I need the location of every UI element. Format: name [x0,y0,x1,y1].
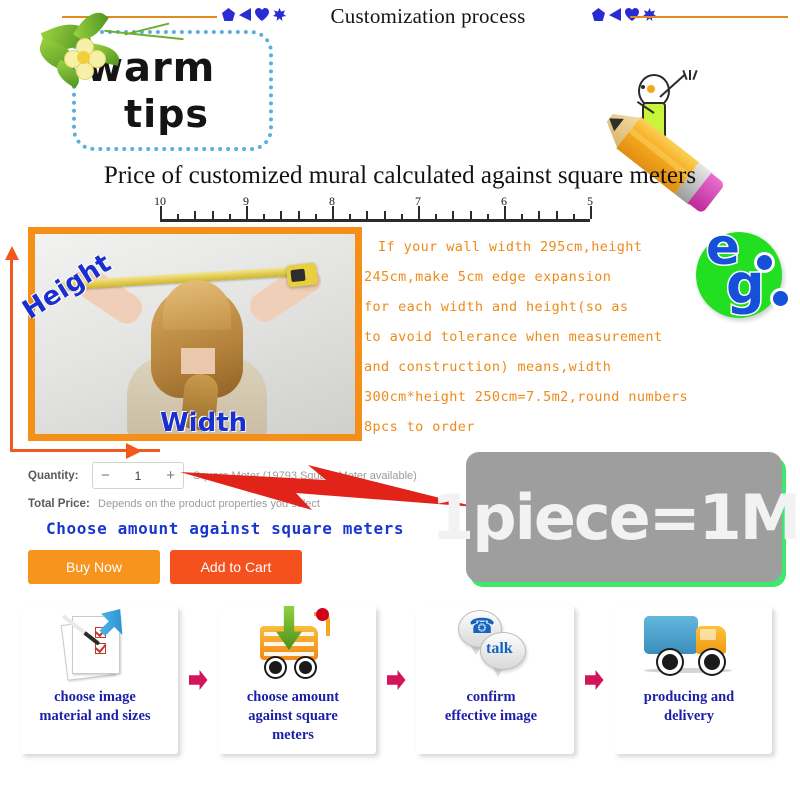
add-to-cart-button[interactable]: Add to Cart [170,550,302,584]
process-step-1: choose image material and sizes [14,600,184,760]
heart-icon [625,8,639,21]
one-piece-text: 1piece=1M2 [431,481,800,554]
delivery-truck-icon [608,606,766,684]
process-steps: choose imagematerial and sizes choose a [14,600,786,796]
header-glyphs-left [222,8,286,21]
warm-tips-line2: tips [124,92,210,136]
quantity-increment-button[interactable]: + [166,468,175,483]
shopping-cart-icon [212,606,370,684]
buy-now-button[interactable]: Buy Now [28,550,160,584]
flower-decoration [34,6,184,94]
one-piece-equals-badge: 1piece=1M2 [431,452,800,582]
step-caption: producing and delivery [643,689,735,724]
star-icon [643,8,656,21]
height-arrow-icon [5,246,19,260]
page-title: Customization process [330,4,526,28]
step-chevron-2 [382,600,410,760]
chevron-right-icon [386,670,406,690]
heart-icon [255,8,269,21]
example-line: 8pcs to order [364,419,475,435]
example-line: and construction) means,width [364,359,612,375]
example-line: to avoid tolerance when measurement [364,329,663,345]
step-chevron-3 [580,600,608,760]
step-caption: choose image material and sizes [39,689,151,724]
ruler-graphic: 10 9 8 7 6 5 [154,194,593,222]
step-chevron-1 [184,600,212,760]
eg-letter-g: g [725,253,767,316]
triangle-icon [239,8,251,21]
flower-icon [64,38,106,80]
page-root: Customization process warm tips Price of… [0,0,800,800]
talk-text: talk [486,640,513,657]
eg-dot-2 [770,288,791,309]
triangle-icon [609,8,621,21]
chevron-right-icon [188,670,208,690]
talk-bubble-icon: ☎ talk [410,606,568,684]
price-headline: Price of customized mural calculated aga… [103,162,697,189]
header-rule-right [630,16,788,18]
ruler-baseline [160,219,590,222]
step-caption: choose amount against square meters [246,689,340,743]
star-icon [273,8,286,21]
step-caption: confirm effective image [444,689,538,724]
total-price-label: Total Price: [28,498,90,510]
action-buttons: Buy Now Add to Cart [28,550,302,584]
choose-amount-note: Choose amount against square meters [46,519,405,538]
one-piece-main: 1piece=1M [431,480,800,554]
document-checklist-icon [14,606,172,684]
width-label: Width [160,408,248,438]
pencil-illustration [600,66,800,216]
quantity-stepper[interactable]: − 1 + [92,462,184,489]
height-axis [10,252,13,452]
process-step-2: choose amount against square meters [212,600,382,760]
pentagon-icon [592,8,605,21]
process-step-3: ☎ talk confirm effective image [410,600,580,760]
quantity-value[interactable]: 1 [135,469,142,483]
quantity-decrement-button[interactable]: − [101,468,110,483]
width-arrow-icon [126,443,142,459]
chevron-right-icon [584,670,604,690]
quantity-label: Quantity: [28,469,79,482]
process-step-4: producing and delivery [608,600,778,760]
example-line: 300cm*height 250cm=7.5m2,round numbers [364,389,689,405]
eg-badge: e g [696,221,792,318]
header-glyphs-right [592,8,656,21]
pentagon-icon [222,8,235,21]
